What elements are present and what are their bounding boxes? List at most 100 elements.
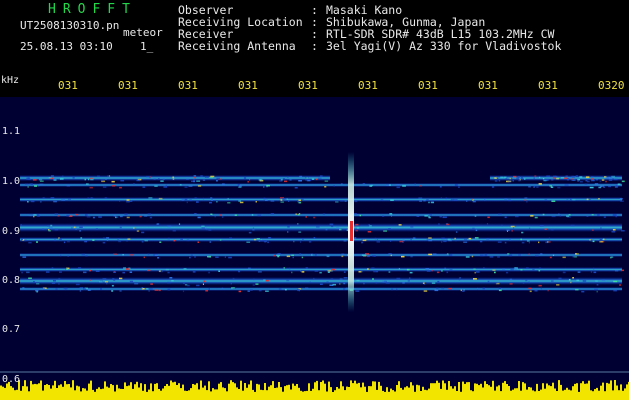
noise-speck xyxy=(547,289,549,292)
level-bar xyxy=(212,388,214,400)
level-bar xyxy=(606,382,608,400)
level-bar xyxy=(166,384,168,400)
noise-speck xyxy=(297,214,300,216)
noise-speck xyxy=(361,254,366,256)
level-bar xyxy=(420,391,422,400)
noise-speck xyxy=(511,230,513,232)
noise-speck xyxy=(504,216,507,219)
noise-speck xyxy=(568,279,571,281)
level-bar xyxy=(584,383,586,400)
noise-speck xyxy=(463,241,468,243)
noise-speck xyxy=(345,228,348,231)
noise-speck xyxy=(248,231,252,234)
noise-speck xyxy=(22,256,27,258)
noise-speck xyxy=(194,256,196,258)
noise-speck xyxy=(90,197,93,199)
level-bar xyxy=(14,390,16,400)
noise-speck xyxy=(108,175,111,177)
noise-speck xyxy=(221,287,224,290)
noise-speck xyxy=(24,183,29,185)
noise-speck xyxy=(344,200,347,202)
level-bar xyxy=(302,391,304,400)
noise-speck xyxy=(498,287,502,290)
noise-speck xyxy=(504,241,507,244)
noise-speck xyxy=(27,186,29,188)
level-bar xyxy=(258,384,260,400)
noise-speck xyxy=(112,285,114,287)
noise-speck xyxy=(183,268,187,270)
noise-speck xyxy=(59,271,62,273)
noise-speck xyxy=(104,197,107,199)
noise-speck xyxy=(211,199,213,201)
noise-speck xyxy=(472,200,476,203)
noise-speck xyxy=(258,240,261,242)
noise-speck xyxy=(581,290,585,293)
noise-speck xyxy=(596,284,599,286)
noise-speck xyxy=(22,287,25,289)
noise-speck xyxy=(534,216,538,219)
noise-speck xyxy=(186,201,188,204)
level-bar xyxy=(598,390,600,400)
noise-speck xyxy=(172,230,176,232)
noise-speck xyxy=(335,201,339,203)
level-bar xyxy=(290,389,292,400)
noise-speck xyxy=(371,267,375,269)
noise-speck xyxy=(126,201,130,203)
noise-speck xyxy=(376,270,379,273)
noise-speck xyxy=(205,227,207,230)
noise-speck xyxy=(320,283,323,285)
level-bar xyxy=(84,388,86,400)
noise-speck xyxy=(525,267,529,269)
noise-speck xyxy=(21,271,23,274)
noise-speck xyxy=(83,271,87,274)
freq-tick: 0.8 xyxy=(2,275,21,286)
noise-speck xyxy=(265,290,269,292)
noise-speck xyxy=(119,186,122,189)
level-bar xyxy=(364,386,366,400)
level-bar xyxy=(484,381,486,400)
noise-speck xyxy=(148,290,150,292)
level-bar xyxy=(250,380,252,400)
noise-speck xyxy=(474,237,479,239)
noise-speck xyxy=(419,185,422,187)
noise-speck xyxy=(528,241,530,244)
noise-speck xyxy=(30,200,35,203)
noise-speck xyxy=(104,178,108,180)
level-bar xyxy=(108,387,110,400)
noise-speck xyxy=(474,215,477,217)
level-bar xyxy=(534,391,536,400)
noise-speck xyxy=(101,180,106,183)
info-antenna-label: Receiving Antenna xyxy=(178,39,296,53)
noise-speck xyxy=(298,199,301,202)
noise-speck xyxy=(282,178,286,180)
noise-speck xyxy=(87,197,90,199)
noise-speck xyxy=(333,185,335,187)
noise-speck xyxy=(89,186,93,189)
noise-speck xyxy=(601,279,606,282)
noise-speck xyxy=(97,175,100,177)
noise-speck xyxy=(184,186,188,188)
noise-speck xyxy=(124,213,128,216)
level-bar xyxy=(10,386,12,400)
noise-speck xyxy=(182,290,185,293)
noise-speck xyxy=(475,229,478,232)
noise-speck xyxy=(426,270,431,272)
level-bar xyxy=(264,383,266,400)
noise-speck xyxy=(355,229,358,232)
noise-speck xyxy=(248,267,251,270)
level-bar xyxy=(374,381,376,400)
level-bar xyxy=(224,388,226,400)
noise-speck xyxy=(592,240,595,243)
noise-speck xyxy=(388,271,391,273)
level-bar xyxy=(86,390,88,400)
noise-speck xyxy=(540,287,543,290)
noise-speck xyxy=(167,271,170,274)
noise-speck xyxy=(434,289,439,292)
noise-speck xyxy=(172,176,174,179)
noise-speck xyxy=(466,200,468,202)
level-bar xyxy=(94,391,96,400)
noise-speck xyxy=(145,288,149,290)
noise-speck xyxy=(24,239,27,242)
noise-speck xyxy=(228,256,232,259)
noise-speck xyxy=(441,241,443,243)
